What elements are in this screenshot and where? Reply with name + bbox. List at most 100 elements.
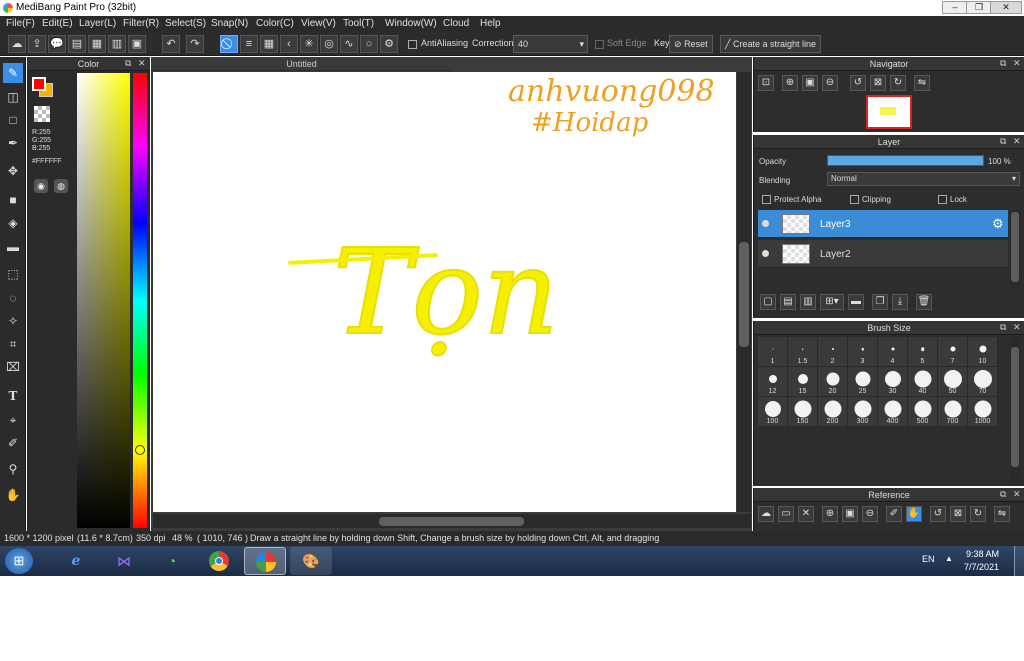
- radial-snap-icon[interactable]: ✳: [300, 35, 318, 53]
- divide-tool-icon[interactable]: ⌖: [3, 410, 23, 430]
- zoom-in-icon[interactable]: ⊕: [822, 506, 838, 522]
- brush-size-cell[interactable]: 50: [938, 367, 968, 397]
- menu-edit[interactable]: Edit(E): [42, 18, 73, 29]
- maximize-button[interactable]: ❐: [966, 1, 992, 14]
- close-icon[interactable]: ✕: [1013, 58, 1021, 69]
- protect-alpha-checkbox[interactable]: [762, 195, 771, 204]
- eyedropper-icon[interactable]: ✐: [886, 506, 902, 522]
- select-tool-icon[interactable]: ⬚: [3, 264, 23, 284]
- cross-snap-icon[interactable]: ▦: [260, 35, 278, 53]
- close-icon[interactable]: ✕: [1013, 322, 1021, 333]
- saturation-value-picker[interactable]: [77, 73, 130, 528]
- brush-size-cell[interactable]: 2: [818, 337, 848, 367]
- redo-icon[interactable]: ↷: [186, 35, 204, 53]
- brush-size-cell[interactable]: 70: [968, 367, 998, 397]
- undock-icon[interactable]: ⧉: [125, 58, 131, 69]
- brush-size-cell[interactable]: 40: [908, 367, 938, 397]
- brush-size-cell[interactable]: 15: [788, 367, 818, 397]
- rotate-reset-icon[interactable]: ⊠: [950, 506, 966, 522]
- folder-icon[interactable]: ▬: [848, 294, 864, 310]
- undock-icon[interactable]: ⧉: [1000, 322, 1006, 333]
- menu-view[interactable]: View(V): [301, 18, 336, 29]
- transparent-swatch[interactable]: [34, 106, 50, 122]
- opacity-slider[interactable]: [827, 155, 984, 166]
- gradient-tool-icon[interactable]: ▬: [3, 237, 23, 257]
- vertical-scroll-thumb[interactable]: [739, 242, 749, 347]
- upload-icon[interactable]: ⇪: [28, 35, 46, 53]
- pen-tool-icon[interactable]: ✒: [3, 133, 23, 153]
- select-eraser-tool-icon[interactable]: ⌧: [3, 357, 23, 377]
- brush-size-cell[interactable]: 1.5: [788, 337, 818, 367]
- correction-select[interactable]: 40 ▾: [513, 35, 588, 53]
- lasso-tool-icon[interactable]: ◌: [3, 288, 23, 308]
- eyedropper-tool-icon[interactable]: ✐: [3, 433, 23, 453]
- straight-line-button[interactable]: ╱ Create a straight line: [720, 35, 821, 53]
- magic-wand-tool-icon[interactable]: ✧: [3, 311, 23, 331]
- foreground-color-swatch[interactable]: [32, 77, 46, 91]
- settings-icon[interactable]: ⚙: [380, 35, 398, 53]
- cloud-icon[interactable]: ☁: [8, 35, 26, 53]
- rotate-right-icon[interactable]: ↻: [890, 75, 906, 91]
- new-1bit-layer-icon[interactable]: ▥: [800, 294, 816, 310]
- brush-size-cell[interactable]: 4: [878, 337, 908, 367]
- clipping-checkbox[interactable]: [850, 195, 859, 204]
- fill-rect-tool-icon[interactable]: ■: [3, 190, 23, 210]
- undo-icon[interactable]: ↶: [162, 35, 180, 53]
- document-tab[interactable]: Untitled: [151, 57, 452, 71]
- select-pen-tool-icon[interactable]: ⌗: [3, 334, 23, 354]
- hand-icon[interactable]: ✋: [906, 506, 922, 522]
- close-button[interactable]: ✕: [990, 1, 1022, 14]
- merge-down-icon[interactable]: ⤓: [892, 294, 908, 310]
- open-folder-icon[interactable]: ▭: [778, 506, 794, 522]
- menu-layer[interactable]: Layer(L): [79, 18, 116, 29]
- clock-time[interactable]: 9:38 AM: [966, 549, 999, 559]
- duplicate-layer-icon[interactable]: ❐: [872, 294, 888, 310]
- brush-size-cell[interactable]: 25: [848, 367, 878, 397]
- brush-size-cell[interactable]: 5: [908, 337, 938, 367]
- close-icon[interactable]: ✕: [1013, 489, 1021, 500]
- new-halftone-layer-icon[interactable]: ▤: [780, 294, 796, 310]
- delete-layer-icon[interactable]: 🗑: [916, 294, 932, 310]
- actual-size-icon[interactable]: ▣: [802, 75, 818, 91]
- brush-size-cell[interactable]: 12: [758, 367, 788, 397]
- menu-color[interactable]: Color(C): [256, 18, 294, 29]
- menu-filter[interactable]: Filter(R): [123, 18, 159, 29]
- cloud-download-icon[interactable]: ☁: [758, 506, 774, 522]
- horizontal-scroll-thumb[interactable]: [379, 517, 524, 526]
- zoom-out-icon[interactable]: ⊖: [822, 75, 838, 91]
- document-icon[interactable]: ▦: [88, 35, 106, 53]
- coccoc-browser-icon[interactable]: ◔: [151, 547, 193, 575]
- rotate-reset-icon[interactable]: ⊠: [870, 75, 886, 91]
- curve-snap-icon[interactable]: ∿: [340, 35, 358, 53]
- brush-size-cell[interactable]: 10: [968, 337, 998, 367]
- brush-size-cell[interactable]: 700: [938, 397, 968, 427]
- visual-studio-icon[interactable]: ⋈: [103, 547, 145, 575]
- brush-scrollbar[interactable]: [1010, 337, 1020, 483]
- layer-scrollbar[interactable]: [1010, 210, 1020, 290]
- soft-edge-checkbox[interactable]: [595, 40, 604, 49]
- antialiasing-checkbox[interactable]: [408, 40, 417, 49]
- new-layer-icon[interactable]: ▢: [760, 294, 776, 310]
- hue-slider-handle[interactable]: [135, 445, 145, 455]
- horizontal-scrollbar[interactable]: [153, 514, 751, 528]
- close-icon[interactable]: ✕: [1013, 136, 1021, 147]
- menu-select[interactable]: Select(S): [165, 18, 206, 29]
- menu-help[interactable]: Help: [480, 18, 501, 29]
- gear-icon[interactable]: ⚙: [992, 216, 1004, 232]
- hue-slider[interactable]: [133, 73, 147, 528]
- undock-icon[interactable]: ⧉: [1000, 489, 1006, 500]
- menu-snap[interactable]: Snap(N): [211, 18, 248, 29]
- brush-size-cell[interactable]: 200: [818, 397, 848, 427]
- layer-row-layer3[interactable]: Layer3 ⚙: [758, 210, 1008, 238]
- brush-size-cell[interactable]: 3: [848, 337, 878, 367]
- comment-icon[interactable]: ▤: [68, 35, 86, 53]
- vertical-scrollbar[interactable]: [737, 72, 751, 512]
- hand-tool-icon[interactable]: ✋: [3, 485, 23, 505]
- menu-cloud[interactable]: Cloud: [443, 18, 469, 29]
- vanishing-snap-icon[interactable]: ‹: [280, 35, 298, 53]
- chrome-icon[interactable]: [198, 547, 240, 575]
- clock-date[interactable]: 7/7/2021: [964, 562, 999, 572]
- brush-size-cell[interactable]: 30: [878, 367, 908, 397]
- brush-size-cell[interactable]: 100: [758, 397, 788, 427]
- parallel-snap-icon[interactable]: ≡: [240, 35, 258, 53]
